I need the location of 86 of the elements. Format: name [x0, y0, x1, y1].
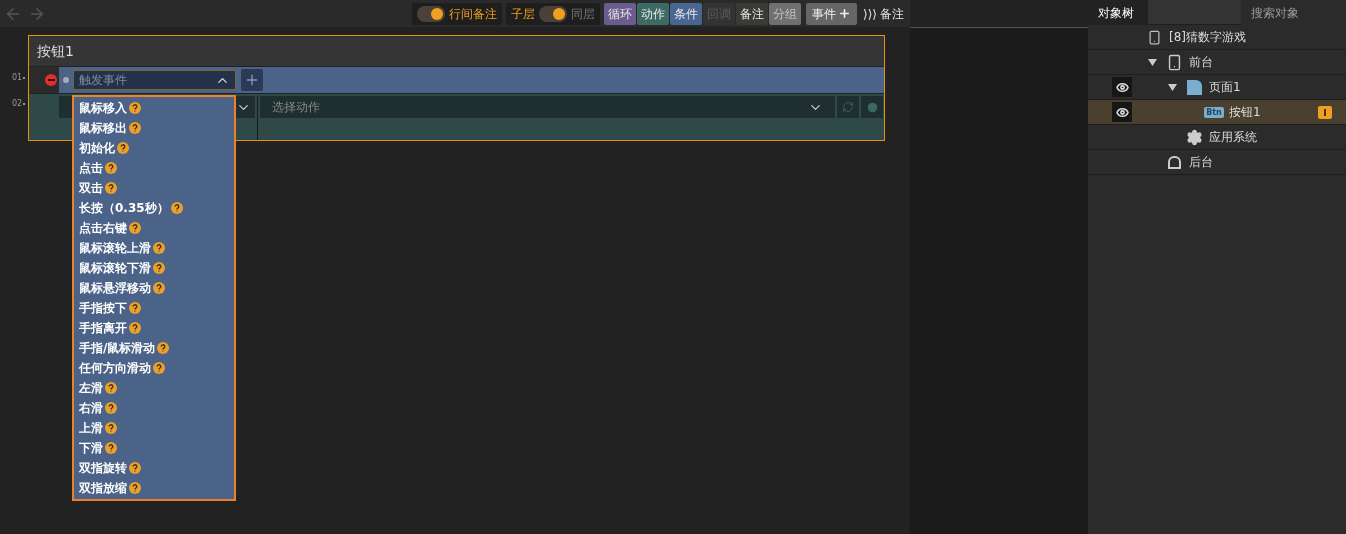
trigger-event-field[interactable]: 触发事件 — [73, 70, 236, 90]
tree-label: 后台 — [1189, 154, 1213, 171]
help-icon[interactable] — [105, 162, 117, 174]
triangle-down-icon[interactable] — [1148, 57, 1157, 67]
menu-item[interactable]: 鼠标滚轮上滑 — [79, 239, 151, 257]
help-icon[interactable] — [129, 302, 141, 314]
eye-icon[interactable] — [1112, 102, 1132, 122]
row-notes-label: 行间备注 — [448, 5, 497, 23]
tree-label: [8]猜数字游戏 — [1169, 29, 1246, 46]
action-select[interactable]: 选择动作 — [260, 96, 835, 118]
menu-item[interactable]: 双指旋转 — [79, 459, 127, 477]
help-icon[interactable] — [153, 282, 165, 294]
tree-label: 按钮1 — [1229, 104, 1261, 121]
menu-item[interactable]: 鼠标滚轮下滑 — [79, 259, 151, 277]
line-number: 01 — [12, 72, 23, 84]
menu-item[interactable]: 下滑 — [79, 439, 103, 457]
row-notes-toggle[interactable]: 行间备注 — [411, 2, 502, 25]
toggle-switch[interactable] — [416, 5, 445, 22]
help-icon[interactable] — [129, 102, 141, 114]
tree-row[interactable]: [8]猜数字游戏 — [1088, 25, 1346, 50]
card-title: 按钮1 — [37, 41, 74, 61]
plus-icon — [244, 72, 260, 88]
help-icon[interactable] — [105, 402, 117, 414]
layer-toggle[interactable]: 子层 同层 — [505, 2, 600, 25]
help-icon[interactable] — [170, 202, 183, 214]
add-event-button[interactable]: 事件 — [805, 2, 857, 25]
info-icon[interactable] — [1318, 105, 1332, 119]
menu-item[interactable]: 点击 — [79, 159, 103, 177]
menu-item[interactable]: 任何方向滑动 — [79, 359, 151, 377]
tree-label: 应用系统 — [1209, 129, 1257, 146]
menu-item[interactable]: 手指按下 — [79, 299, 127, 317]
toolbar-button[interactable]: 条件 — [669, 2, 702, 25]
menu-item[interactable]: 长按（0.35秒） — [79, 199, 169, 217]
notes-toggle-button[interactable]: ⟩⟩⟩ 备注 — [862, 2, 904, 25]
menu-item[interactable]: 鼠标移出 — [79, 119, 127, 137]
phone-icon — [1146, 29, 1162, 45]
menu-item[interactable]: 鼠标移入 — [79, 99, 127, 117]
help-icon[interactable] — [153, 242, 165, 254]
help-icon[interactable] — [105, 182, 117, 194]
tree-label: 页面1 — [1209, 79, 1241, 96]
help-icon[interactable] — [105, 422, 117, 434]
help-icon[interactable] — [153, 262, 165, 274]
panel-tab[interactable]: 搜索对象 — [1241, 0, 1346, 25]
help-icon[interactable] — [129, 122, 141, 134]
help-icon[interactable] — [105, 442, 117, 454]
tree-row[interactable]: 前台 — [1088, 50, 1346, 75]
menu-item[interactable]: 手指离开 — [79, 319, 127, 337]
help-icon[interactable] — [153, 362, 165, 374]
remove-icon[interactable] — [45, 74, 57, 86]
page-icon — [1186, 79, 1202, 95]
menu-item[interactable]: 手指/鼠标滑动 — [79, 339, 156, 357]
help-icon[interactable] — [129, 222, 141, 234]
menu-item[interactable]: 初始化 — [79, 139, 115, 157]
tree-row-selected[interactable]: Btn 按钮1 — [1088, 100, 1346, 125]
same-layer-label: 同层 — [570, 5, 595, 23]
toolbar-button[interactable]: 循环 — [603, 2, 636, 25]
tree-label: 前台 — [1189, 54, 1213, 71]
help-icon[interactable] — [157, 342, 170, 354]
menu-item[interactable]: 双指放缩 — [79, 479, 127, 497]
menu-item[interactable]: 左滑 — [79, 379, 103, 397]
eye-icon[interactable] — [1112, 77, 1132, 97]
menu-item[interactable]: 右滑 — [79, 399, 103, 417]
btn-icon: Btn — [1204, 106, 1224, 118]
tree-row[interactable]: 应用系统 — [1088, 125, 1346, 150]
refresh-icon — [842, 101, 854, 113]
help-icon[interactable] — [117, 142, 129, 154]
toolbar-button[interactable]: 备注 — [735, 2, 768, 25]
help-icon[interactable] — [105, 382, 117, 394]
panel-tab[interactable]: 对象树 — [1088, 0, 1148, 25]
add-button[interactable] — [241, 69, 263, 91]
help-icon[interactable] — [129, 322, 141, 334]
bullet-icon — [63, 77, 69, 83]
help-icon[interactable] — [129, 482, 141, 494]
line-number: 02 — [12, 98, 23, 110]
triangle-down-icon[interactable] — [1168, 82, 1177, 92]
child-layer-label: 子层 — [510, 5, 535, 23]
help-icon[interactable] — [129, 462, 141, 474]
menu-item[interactable]: 点击右键 — [79, 219, 127, 237]
menu-item[interactable]: 双击 — [79, 179, 103, 197]
menu-item[interactable]: 上滑 — [79, 419, 103, 437]
settings-icon — [1185, 128, 1203, 146]
plus-icon — [837, 7, 851, 20]
menu-item[interactable]: 鼠标悬浮移动 — [79, 279, 151, 297]
toolbar-button[interactable]: 动作 — [636, 2, 669, 25]
tree-row[interactable]: 后台 — [1088, 150, 1346, 175]
toggle-switch[interactable] — [538, 5, 567, 22]
